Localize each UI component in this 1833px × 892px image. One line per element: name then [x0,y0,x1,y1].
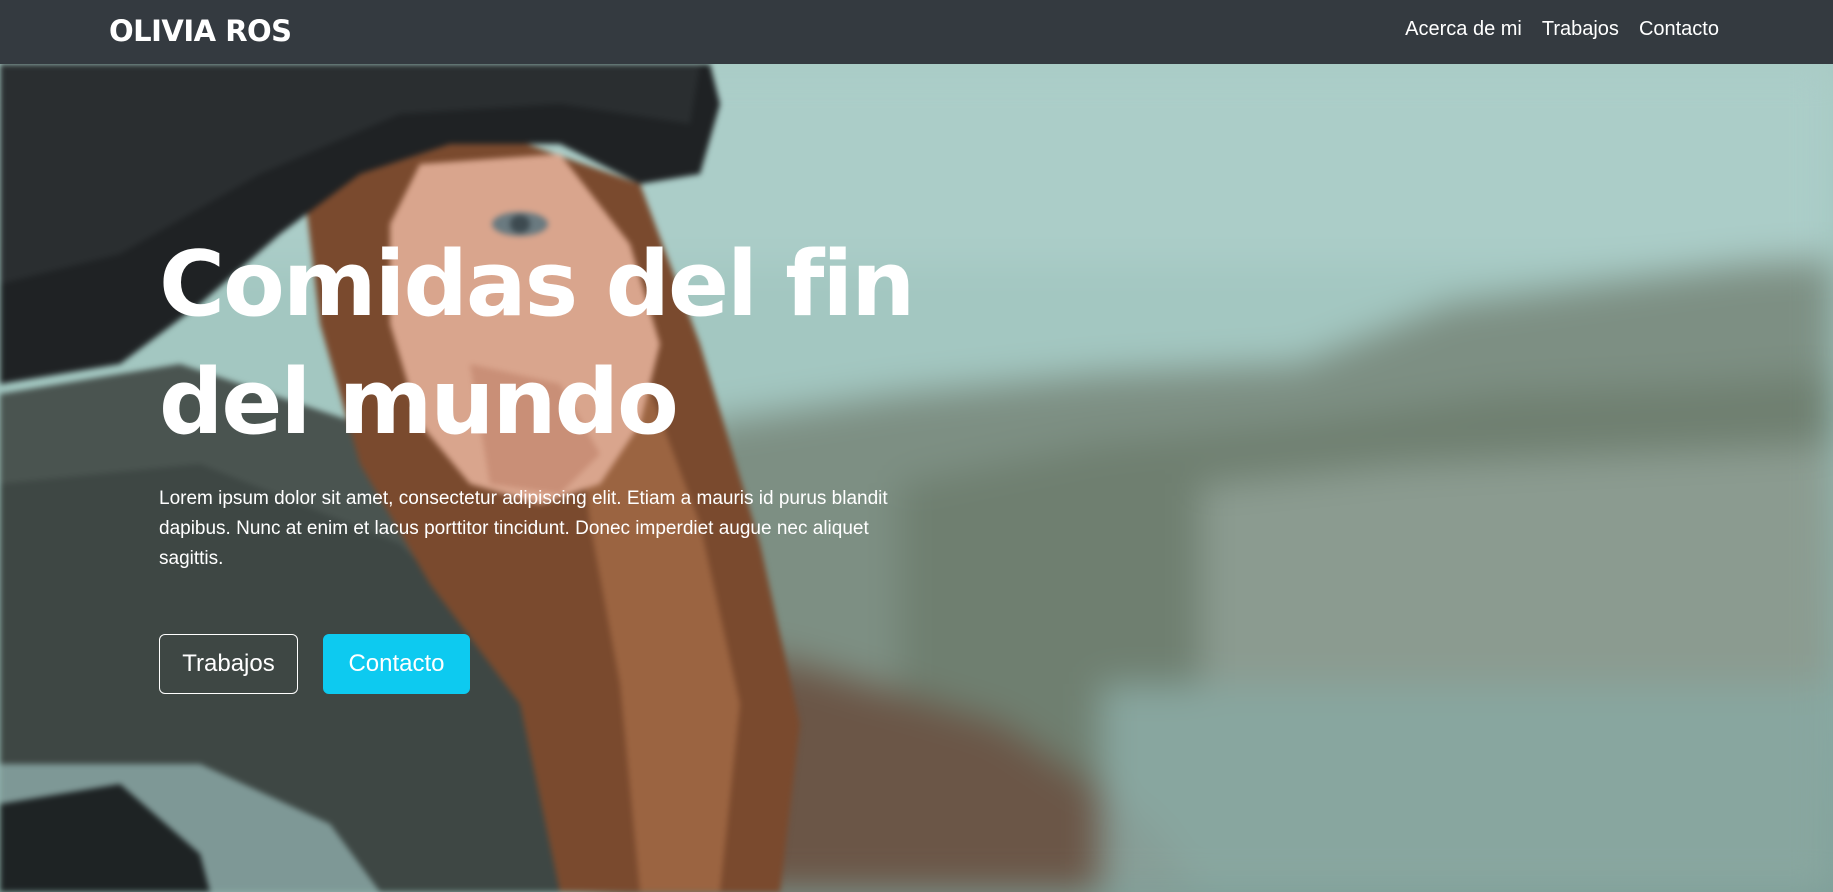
hero-content: Comidas del fin del mundo Lorem ipsum do… [159,226,919,574]
hero-title: Comidas del fin del mundo [159,232,915,455]
nav-link-trabajos[interactable]: Trabajos [1542,17,1619,41]
hero-buttons: Trabajos Contacto [159,634,470,694]
brand-logo[interactable]: OLIVIA ROS [109,14,292,48]
contact-button[interactable]: Contacto [323,634,470,694]
nav-link-contacto[interactable]: Contacto [1639,17,1719,41]
nav-links: Acerca de mi Trabajos Contacto [1405,0,1719,58]
nav-link-acerca[interactable]: Acerca de mi [1405,17,1522,41]
navbar: OLIVIA ROS Acerca de mi Trabajos Contact… [0,0,1833,64]
hero-description: Lorem ipsum dolor sit amet, consectetur … [159,488,888,569]
works-button[interactable]: Trabajos [159,634,298,694]
page: OLIVIA ROS Acerca de mi Trabajos Contact… [0,0,1833,892]
